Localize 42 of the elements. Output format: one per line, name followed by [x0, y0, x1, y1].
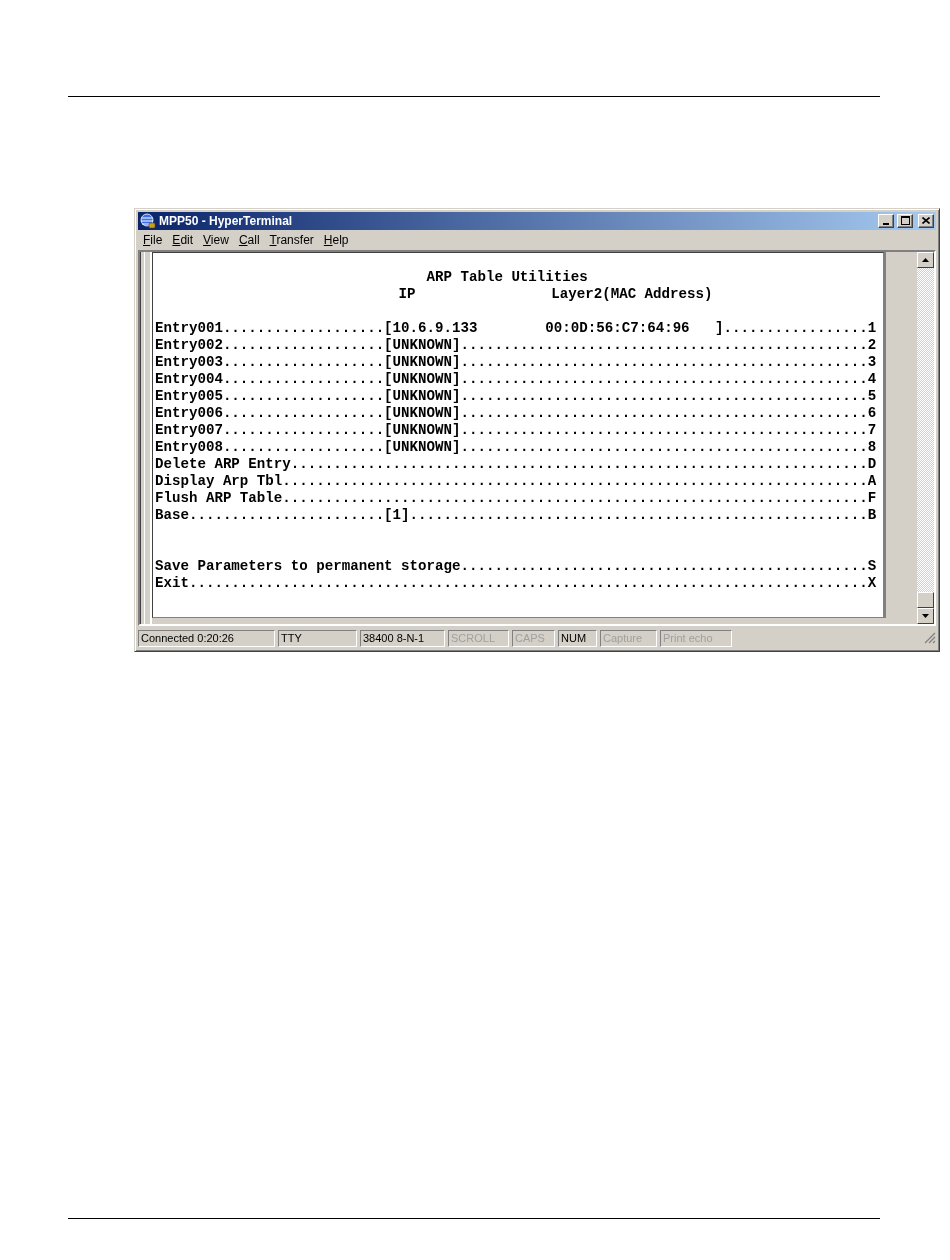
minimize-icon [883, 222, 889, 225]
menu-option-line: Base.......................[1]......................................................B [155, 506, 877, 524]
status-pane: Connected 0:20:26 [138, 629, 275, 647]
menu-item[interactable]: Edit [167, 233, 199, 248]
menu-option-line: Save Parameters to permanent storage................................................S [155, 557, 877, 575]
column-header: IP [398, 285, 416, 303]
scroll-down-button[interactable] [917, 608, 934, 625]
scroll-thumb[interactable] [917, 592, 934, 609]
menu-option-line: Entry002...................[UNKNOWN]................................................2 [155, 336, 877, 354]
status-pane: 38400 8-N-1 [360, 629, 445, 647]
scroll-up-button[interactable] [917, 251, 934, 268]
resize-grip-icon[interactable] [924, 632, 936, 644]
menu-item[interactable]: Help [318, 233, 354, 248]
menu-item[interactable]: Transfer [264, 233, 319, 248]
menu-option-line: Entry001...................[10.6.9.133 00:0D:56:C7:64:96 ].................1 [155, 319, 877, 337]
vertical-scrollbar[interactable] [917, 251, 934, 625]
menu-option-line: Entry003...................[UNKNOWN]................................................3 [155, 353, 877, 371]
window-title: MPP50 - HyperTerminal [159, 213, 294, 228]
menu-option-line: Entry004...................[UNKNOWN]................................................4 [155, 370, 877, 388]
minimize-button[interactable] [878, 213, 894, 228]
status-pane: NUM [558, 629, 597, 647]
status-pane: TTY [278, 629, 357, 647]
down-arrow-icon [922, 614, 929, 619]
menu-option-line: Entry005...................[UNKNOWN]................................................5 [155, 387, 877, 405]
close-button[interactable] [918, 213, 934, 228]
menu-option-line: Entry008...................[UNKNOWN]................................................8 [155, 438, 877, 456]
menu-option-line: Entry006...................[UNKNOWN]................................................6 [155, 404, 877, 422]
globe-icon [140, 212, 156, 229]
up-arrow-icon [922, 257, 929, 262]
menu-item[interactable]: View [198, 233, 234, 248]
menu-option-line: Entry007...................[UNKNOWN]................................................7 [155, 421, 877, 439]
maximize-button[interactable] [897, 213, 913, 228]
menu-item[interactable]: Call [233, 233, 265, 248]
menu-option-line: Delete ARP Entry....................................................................D [155, 455, 877, 473]
screen-title: ARP Table Utilities [426, 268, 588, 286]
menu-item[interactable]: File [138, 233, 168, 248]
close-icon [922, 217, 930, 225]
menu-option-line: Display Arp Tbl.....................................................................A [155, 472, 877, 490]
menu-option-line: Flush ARP Table.....................................................................F [155, 489, 877, 507]
menu-option-line: Exit................................................................................X [155, 574, 877, 592]
maximize-icon [900, 216, 910, 226]
column-header: Layer2(MAC Address) [551, 285, 713, 303]
